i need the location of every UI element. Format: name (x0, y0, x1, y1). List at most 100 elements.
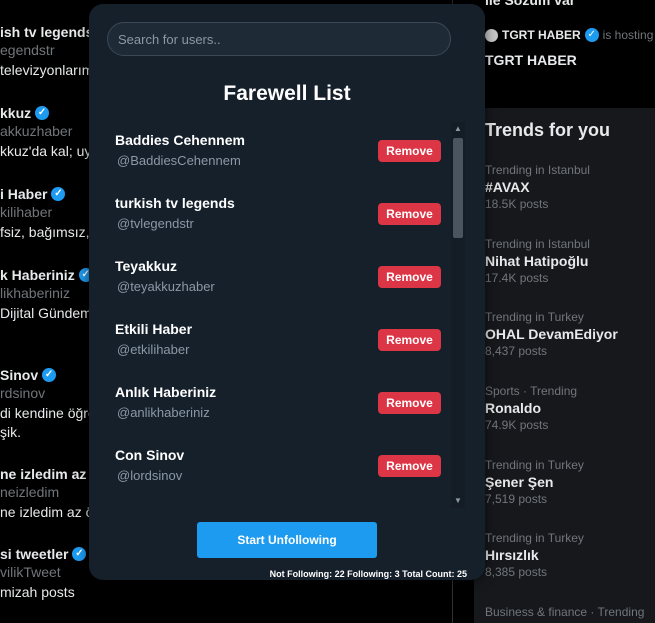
trend-item[interactable]: Trending in Istanbul Nihat Hatipoğlu 17.… (485, 237, 590, 285)
timeline-text: mizah posts (0, 584, 75, 600)
user-handle: @anlikhaberiniz (117, 405, 210, 420)
timeline-item[interactable]: Sinov ✓ rdsinov di kendine öğre şik. (0, 367, 90, 440)
trend-item[interactable]: Trending in Turkey Hırsızlık 8,385 posts (485, 531, 584, 579)
host-suffix: is hosting (602, 28, 654, 42)
timeline-author: i Haber ✓ (0, 186, 90, 202)
trend-count: 18.5K posts (485, 197, 549, 211)
timeline-item[interactable]: ish tv legends egendstr televizyonlarım (0, 24, 90, 78)
trend-meta: Business & finance · Trending (485, 605, 645, 619)
spaces-title: ile Sozum var (485, 0, 576, 8)
user-list: Baddies Cehennem @BaddiesCehennem Remove… (115, 122, 445, 512)
trend-meta: Trending in Turkey (485, 458, 584, 472)
list-item: Con Sinov @lordsinov Remove (115, 447, 445, 507)
trend-item[interactable]: Trending in Istanbul #AVAX 18.5K posts (485, 163, 590, 211)
remove-button[interactable]: Remove (378, 392, 441, 414)
user-handle: @BaddiesCehennem (117, 153, 241, 168)
timeline-handle: rdsinov (0, 385, 46, 401)
list-scrollbar[interactable]: ▲ ▼ (451, 122, 465, 508)
trend-item[interactable]: Trending in Turkey OHAL DevamEdiyor 8,43… (485, 310, 618, 358)
user-name: Con Sinov (115, 447, 185, 463)
host-line: TGRT HABER ✓ is hosting (485, 28, 653, 42)
user-handle: @teyakkuzhaber (117, 279, 215, 294)
timeline-handle: vilikTweet (0, 564, 61, 580)
verified-icon: ✓ (72, 547, 87, 561)
timeline-text: şik. (0, 424, 21, 440)
user-handle: @tvlegendstr (117, 216, 194, 231)
timeline-author: ish tv legends (0, 24, 90, 40)
user-name: Etkili Haber (115, 321, 193, 337)
list-item: Etkili Haber @etkilihaber Remove (115, 321, 445, 381)
trend-count: 8,437 posts (485, 344, 548, 358)
trend-name: Nihat Hatipoğlu (485, 253, 589, 269)
farewell-modal: Farewell List Baddies Cehennem @BaddiesC… (89, 4, 485, 580)
verified-icon: ✓ (42, 368, 57, 382)
timeline-item[interactable]: si tweetler ✓ vilikTweet mizah posts (0, 546, 87, 600)
timeline-author: kkuz ✓ (0, 105, 90, 121)
user-name: Teyakkuz (115, 258, 177, 274)
verified-icon: ✓ (584, 28, 599, 42)
trend-meta: Trending in Turkey (485, 531, 584, 545)
timeline-text: di kendine öğre (0, 405, 90, 421)
trend-item[interactable]: Sports · Trending Ronaldo 74.9K posts (485, 384, 577, 432)
remove-button[interactable]: Remove (378, 203, 441, 225)
trend-item[interactable]: Trending in Turkey Şener Şen 7,519 posts (485, 458, 584, 506)
user-name: turkish tv legends (115, 195, 235, 211)
trends-heading: Trends for you (485, 120, 611, 140)
trend-count: 74.9K posts (485, 418, 549, 432)
remove-button[interactable]: Remove (378, 140, 441, 162)
verified-icon: ✓ (51, 187, 66, 201)
timeline-handle: neizledim (0, 484, 60, 500)
timeline-author: si tweetler ✓ (0, 546, 87, 562)
timeline-handle: likhaberiniz (0, 285, 71, 301)
scroll-thumb[interactable] (453, 138, 463, 238)
scroll-up-icon[interactable]: ▲ (451, 122, 465, 136)
background-timeline: ish tv legends egendstr televizyonlarım … (0, 0, 90, 623)
trend-meta: Trending in Turkey (485, 310, 584, 324)
trend-meta: Trending in Istanbul (485, 237, 590, 251)
trend-name: Hırsızlık (485, 547, 539, 563)
right-sidebar: ile Sozum var TGRT HABER ✓ is hosting TG… (474, 0, 655, 623)
timeline-handle: egendstr (0, 42, 55, 58)
spaces-card[interactable]: ile Sozum var TGRT HABER ✓ is hosting TG… (474, 0, 655, 100)
timeline-text: ne izledim az ö (0, 504, 90, 520)
timeline-handle: akkuzhaber (0, 123, 73, 139)
trend-count: 17.4K posts (485, 271, 549, 285)
trend-name: OHAL DevamEdiyor (485, 326, 618, 342)
timeline-author: Sinov ✓ (0, 367, 90, 383)
trend-count: 7,519 posts (485, 492, 548, 506)
trend-item[interactable]: Business & finance · Trending (485, 605, 644, 619)
user-handle: @lordsinov (117, 468, 183, 483)
list-item: turkish tv legends @tvlegendstr Remove (115, 195, 445, 255)
timeline-item[interactable]: ne izledim az ö neizledim ne izledim az … (0, 466, 90, 520)
trend-meta: Trending in Istanbul (485, 163, 590, 177)
search-input[interactable] (107, 22, 451, 56)
trends-panel: Trends for you Trending in Istanbul #AVA… (474, 108, 655, 623)
modal-title: Farewell List (223, 82, 351, 105)
start-unfollowing-button[interactable]: Start Unfollowing (197, 522, 377, 558)
trend-name: #AVAX (485, 179, 530, 195)
timeline-item[interactable]: i Haber ✓ kilihaber fsiz, bağımsız, l (0, 186, 90, 240)
timeline-text: fsiz, bağımsız, l (0, 224, 90, 240)
list-item: Baddies Cehennem @BaddiesCehennem Remove (115, 132, 445, 192)
timeline-item[interactable]: k Haberiniz ✓ likhaberiniz Dijital Gündem… (0, 267, 90, 321)
timeline-author: ne izledim az ö (0, 466, 90, 482)
timeline-handle: kilihaber (0, 204, 53, 220)
timeline-text: Dijital Gündemi. (0, 305, 90, 321)
list-item: Teyakkuz @teyakkuzhaber Remove (115, 258, 445, 318)
timeline-item[interactable]: kkuz ✓ akkuzhaber kkuz'da kal; uy (0, 105, 90, 159)
trend-name: Ronaldo (485, 400, 541, 416)
stats-text: Not Following: 22 Following: 3 Total Cou… (269, 569, 467, 579)
host-name: TGRT HABER (502, 28, 581, 42)
remove-button[interactable]: Remove (378, 329, 441, 351)
trend-count: 8,385 posts (485, 565, 548, 579)
user-name: Baddies Cehennem (115, 132, 245, 148)
remove-button[interactable]: Remove (378, 455, 441, 477)
avatar (485, 28, 498, 42)
timeline-author: k Haberiniz ✓ (0, 267, 90, 283)
list-item: Anlık Haberiniz @anlikhaberiniz Remove (115, 384, 445, 444)
user-handle: @etkilihaber (117, 342, 190, 357)
scroll-down-icon[interactable]: ▼ (451, 494, 465, 508)
remove-button[interactable]: Remove (378, 266, 441, 288)
trend-meta: Sports · Trending (485, 384, 578, 398)
user-name: Anlık Haberiniz (115, 384, 217, 400)
